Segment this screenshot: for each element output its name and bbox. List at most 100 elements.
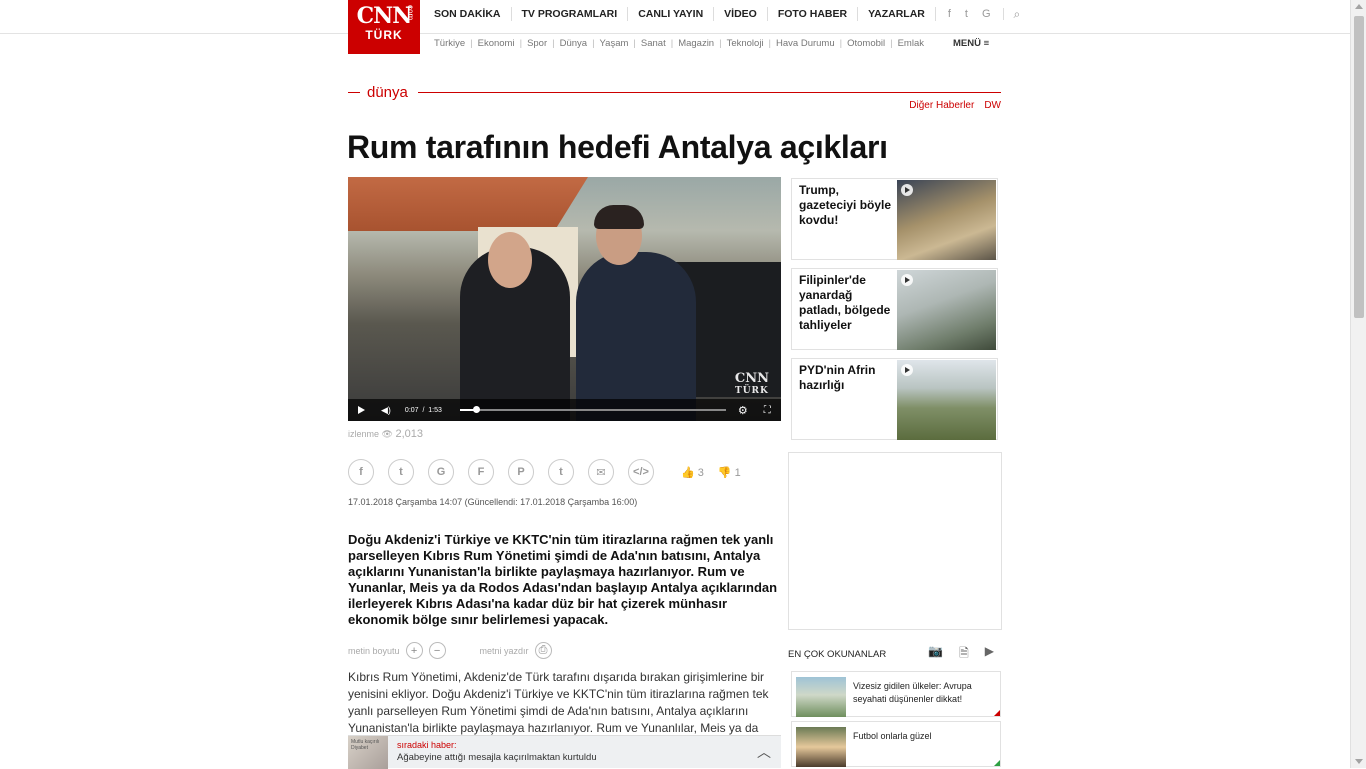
subnav-spor[interactable]: Spor: [527, 38, 547, 49]
side-video-title[interactable]: PYD'nin Afrin hazırlığı: [799, 363, 897, 393]
section-name[interactable]: dünya: [367, 84, 408, 101]
video-controls: ◀) 0:07 / 1:53 ⚙ ⛶: [348, 399, 781, 421]
subnav-ekonomi[interactable]: Ekonomi: [478, 38, 515, 49]
subnav-otomobil[interactable]: Otomobil: [847, 38, 885, 49]
related-links: Diğer Haberler DW: [909, 100, 1001, 111]
scrollbar-thumb[interactable]: [1354, 16, 1364, 318]
sub-nav: Türkiye | Ekonomi | Spor | Dünya | Yaşam | Sa…: [434, 38, 924, 49]
google-plus-icon[interactable]: G: [982, 8, 991, 20]
next-article-bar[interactable]: Mutlu kaçırılı Diyabet sıradaki haber: A…: [348, 735, 781, 769]
video-time: 0:07 / 1:53: [404, 406, 442, 414]
most-read-item[interactable]: Vizesiz gidilen ülkeler: Avrupa seyahati…: [791, 671, 1001, 717]
side-video-title[interactable]: Filipinler'de yanardağ patladı, bölgede …: [799, 273, 897, 333]
side-video-item[interactable]: Trump, gazeteciyi böyle kovdu!: [791, 178, 998, 260]
next-article-title[interactable]: Ağabeyine attığı mesajla kaçırılmaktan k…: [397, 752, 597, 763]
advertisement-box: [788, 452, 1002, 630]
most-read-item-text[interactable]: Futbol onlarla güzel: [853, 730, 993, 743]
nav-video[interactable]: VİDEO: [714, 7, 768, 21]
view-count-number: 2,013: [395, 428, 424, 440]
side-video-item[interactable]: PYD'nin Afrin hazırlığı: [791, 358, 998, 440]
share-facebook-icon[interactable]: f: [348, 459, 374, 485]
share-embed-icon[interactable]: </>: [628, 459, 654, 485]
most-read-title: EN ÇOK OKUNANLAR: [788, 648, 887, 660]
search-icon[interactable]: ⌕: [1004, 7, 1031, 22]
text-size-increase-icon[interactable]: +: [405, 642, 423, 659]
next-article-thumbnail[interactable]: Mutlu kaçırılı Diyabet: [348, 736, 388, 769]
main-nav: SON DAKİKA TV PROGRAMLARI CANLI YAYIN Vİ…: [424, 0, 1030, 28]
article-lead: Doğu Akdeniz'i Türkiye ve KKTC'nin tüm i…: [348, 532, 778, 627]
share-tumblr-icon[interactable]: t: [548, 459, 574, 485]
logo-com: com: [406, 5, 415, 21]
article-tools: metin boyutu + − metni yazdır ⎙: [348, 642, 552, 659]
scroll-down-arrow-icon[interactable]: [1355, 759, 1363, 764]
share-buttons: f t G F P t ✉ </>: [348, 459, 654, 485]
text-size-decrease-icon[interactable]: −: [428, 642, 446, 659]
nav-son-dakika[interactable]: SON DAKİKA: [424, 7, 512, 21]
scroll-up-arrow-icon[interactable]: [1355, 4, 1363, 9]
most-read-item[interactable]: Futbol onlarla güzel: [791, 721, 1001, 767]
video-progress-bar[interactable]: [459, 406, 726, 413]
nav-yazarlar[interactable]: YAZARLAR: [858, 7, 936, 21]
facebook-icon[interactable]: f: [948, 8, 951, 20]
side-video-thumbnail[interactable]: [897, 180, 996, 260]
most-read-thumbnail[interactable]: [796, 727, 846, 767]
subnav-dunya[interactable]: Dünya: [560, 38, 587, 49]
play-icon: [901, 184, 913, 196]
social-links: f t G: [936, 8, 1004, 20]
print-icon[interactable]: ⎙: [534, 642, 552, 659]
next-article-label: sıradaki haber:: [397, 740, 457, 750]
document-icon[interactable]: 🗎: [959, 644, 969, 665]
camera-icon[interactable]: 📷: [928, 644, 943, 665]
print-label[interactable]: metni yazdır: [480, 646, 529, 656]
text-size-label: metin boyutu: [348, 645, 400, 656]
side-video-thumbnail[interactable]: [897, 360, 996, 440]
play-icon: [901, 274, 913, 286]
logo-subtext: TÜRK: [365, 28, 403, 42]
thumbs-up-icon: 👍: [681, 467, 695, 479]
subnav-teknoloji[interactable]: Teknoloji: [727, 38, 764, 49]
side-video-item[interactable]: Filipinler'de yanardağ patladı, bölgede …: [791, 268, 998, 350]
subnav-sanat[interactable]: Sanat: [641, 38, 666, 49]
share-flipboard-icon[interactable]: F: [468, 459, 494, 485]
most-read-item-text[interactable]: Vizesiz gidilen ülkeler: Avrupa seyahati…: [853, 680, 993, 706]
twitter-icon[interactable]: t: [965, 8, 968, 20]
share-email-icon[interactable]: ✉: [588, 459, 614, 485]
nav-canli-yayin[interactable]: CANLI YAYIN: [628, 7, 715, 21]
most-read-thumbnail[interactable]: [796, 677, 846, 717]
dislike-button[interactable]: 👎 1: [718, 466, 741, 479]
subnav-emlak[interactable]: Emlak: [898, 38, 924, 49]
related-diger-haberler[interactable]: Diğer Haberler: [909, 100, 974, 111]
site-logo[interactable]: CNN TÜRK com: [348, 0, 420, 54]
article-body: Kıbrıs Rum Yönetimi, Akdeniz'de Türk tar…: [348, 670, 769, 735]
side-video-title[interactable]: Trump, gazeteciyi böyle kovdu!: [799, 183, 897, 228]
subnav-yasam[interactable]: Yaşam: [600, 38, 629, 49]
page-scrollbar[interactable]: [1350, 0, 1366, 768]
thumbs-down-icon: 👎: [717, 467, 732, 479]
play-icon[interactable]: [358, 406, 365, 414]
side-video-thumbnail[interactable]: [897, 270, 996, 350]
video-watermark: CNN TÜRK: [734, 371, 769, 396]
video-duration: 1:53: [428, 406, 442, 414]
related-dw[interactable]: DW: [984, 100, 1001, 111]
subnav-turkiye[interactable]: Türkiye: [434, 38, 465, 49]
article-date: 17.01.2018 Çarşamba 14:07 (Güncellendi: …: [348, 497, 638, 507]
video-current-time: 0:07: [404, 406, 419, 414]
like-button[interactable]: 👍 3: [681, 466, 704, 479]
video-player[interactable]: CNN TÜRK ◀) 0:07 / 1:53 ⚙ ⛶: [348, 177, 781, 421]
share-twitter-icon[interactable]: t: [388, 459, 414, 485]
chevron-up-icon[interactable]: ︿: [757, 742, 771, 762]
gear-icon[interactable]: ⚙: [738, 404, 748, 417]
volume-icon[interactable]: ◀): [381, 405, 391, 416]
fullscreen-icon[interactable]: ⛶: [764, 405, 771, 416]
share-google-icon[interactable]: G: [428, 459, 454, 485]
play-circle-icon[interactable]: ▶: [985, 644, 994, 665]
share-pinterest-icon[interactable]: P: [508, 459, 534, 485]
article-title: Rum tarafının hedefi Antalya açıkları: [347, 129, 888, 165]
subnav-magazin[interactable]: Magazin: [678, 38, 714, 49]
video-progress-knob[interactable]: [473, 406, 481, 413]
nav-tv-programlari[interactable]: TV PROGRAMLARI: [512, 7, 629, 21]
most-read-section: EN ÇOK OKUNANLAR 📷 🗎 ▶: [788, 644, 1002, 665]
subnav-hava-durumu[interactable]: Hava Durumu: [776, 38, 835, 49]
menu-button[interactable]: MENÜ ≡: [953, 38, 989, 49]
nav-foto-haber[interactable]: FOTO HABER: [768, 7, 859, 21]
